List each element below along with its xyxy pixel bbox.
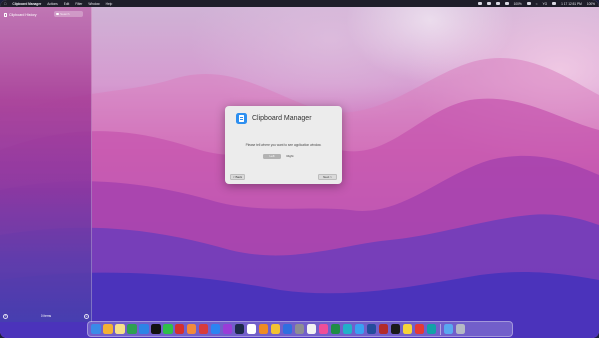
menu-filter[interactable]: Filter — [75, 2, 82, 6]
dock — [87, 321, 513, 337]
dock-cloud-icon[interactable] — [354, 324, 365, 334]
dock-qq-icon[interactable] — [150, 324, 161, 334]
control-center-icon[interactable] — [552, 2, 557, 5]
clipboard-history-panel: Clipboard History Search ? 0 items + — [0, 7, 92, 322]
dock-excel-icon[interactable] — [330, 324, 341, 334]
menu-actions[interactable]: Actions — [47, 2, 57, 6]
menu-status-area: 100% ≈ YG 1 17 12:51 PM 100% — [477, 2, 595, 6]
segment-right[interactable]: Right — [281, 154, 299, 159]
dock-terminal-icon[interactable] — [390, 324, 401, 334]
dock-app-teal-icon[interactable] — [426, 324, 437, 334]
input-source[interactable]: YG — [543, 2, 548, 6]
menu-extra-percent[interactable]: 100% — [587, 2, 595, 6]
dock-app-pink-icon[interactable] — [318, 324, 329, 334]
dock-photoshop-icon[interactable] — [234, 324, 245, 334]
help-button[interactable]: ? — [3, 313, 8, 319]
menu-window[interactable]: Window — [88, 2, 99, 6]
search-placeholder: Search — [60, 12, 70, 16]
dock-app-blue-icon[interactable] — [282, 324, 293, 334]
back-button[interactable]: < Back — [230, 174, 245, 180]
dock-sublime-icon[interactable] — [258, 324, 269, 334]
dock-qq-music-icon[interactable] — [402, 324, 413, 334]
menu-edit[interactable]: Edit — [64, 2, 70, 6]
search-icon — [56, 12, 59, 16]
dialog-message: Please tell where you want to see applic… — [245, 143, 322, 147]
dock-folder-icon[interactable] — [443, 324, 454, 334]
position-segmented-control: Left Right — [263, 153, 303, 159]
dialog-title: Clipboard Manager — [252, 115, 312, 122]
clipboard-app-icon — [236, 113, 247, 124]
apple-icon[interactable]:  — [4, 2, 6, 6]
dock-photos-icon[interactable] — [186, 324, 197, 334]
dock-app-purple-icon[interactable] — [222, 324, 233, 334]
search-input[interactable]: Search — [54, 11, 83, 17]
menu-extra-icon[interactable] — [504, 2, 509, 5]
dock-chrome-icon[interactable] — [270, 324, 281, 334]
dock-launchpad-icon[interactable] — [102, 324, 113, 334]
menu-extra-icon[interactable] — [495, 2, 500, 5]
dock-netease-icon[interactable] — [174, 324, 185, 334]
panel-title: Clipboard History — [9, 12, 37, 17]
add-button[interactable]: + — [84, 313, 89, 319]
dock-app-store-icon[interactable] — [210, 324, 221, 334]
menu-help[interactable]: Help — [106, 2, 113, 6]
dock-pen-icon[interactable] — [306, 324, 317, 334]
menu-extra-icon[interactable] — [477, 2, 482, 5]
dock-terminal-green-icon[interactable] — [126, 324, 137, 334]
dock-wechat-icon[interactable] — [162, 324, 173, 334]
menu-bar:  Clipboard Manager Actions Edit Filter … — [0, 0, 599, 7]
segment-left[interactable]: Left — [263, 153, 281, 159]
menu-app-name[interactable]: Clipboard Manager — [12, 2, 41, 6]
next-button[interactable]: Next > — [318, 174, 337, 180]
battery-percent[interactable]: 100% — [514, 2, 522, 6]
wifi-icon[interactable]: ≈ — [536, 2, 538, 6]
dock-app-red-icon[interactable] — [198, 324, 209, 334]
dock-word-red-icon[interactable] — [378, 324, 389, 334]
dock-trash-icon[interactable] — [455, 324, 466, 334]
dock-settings-icon[interactable] — [294, 324, 305, 334]
dock-app-darkblue-icon[interactable] — [366, 324, 377, 334]
dock-app-red2-icon[interactable] — [414, 324, 425, 334]
setup-dialog: Clipboard Manager Please tell where you … — [225, 106, 342, 184]
battery-icon[interactable] — [526, 2, 531, 5]
panel-footer: ? 0 items + — [0, 310, 92, 322]
dock-bluetooth-icon[interactable] — [246, 324, 257, 334]
dock-app-cyan-icon[interactable] — [342, 324, 353, 334]
dock-notes-icon[interactable] — [114, 324, 125, 334]
dock-finder-icon[interactable] — [91, 324, 101, 334]
dock-safari-icon[interactable] — [138, 324, 149, 334]
clipboard-icon — [4, 12, 7, 17]
dock-separator — [439, 323, 441, 335]
desktop:  Clipboard Manager Actions Edit Filter … — [0, 0, 599, 338]
item-count: 0 items — [40, 314, 52, 318]
menu-clock[interactable]: 1 17 12:51 PM — [561, 2, 582, 6]
menu-extra-icon[interactable] — [486, 2, 491, 5]
